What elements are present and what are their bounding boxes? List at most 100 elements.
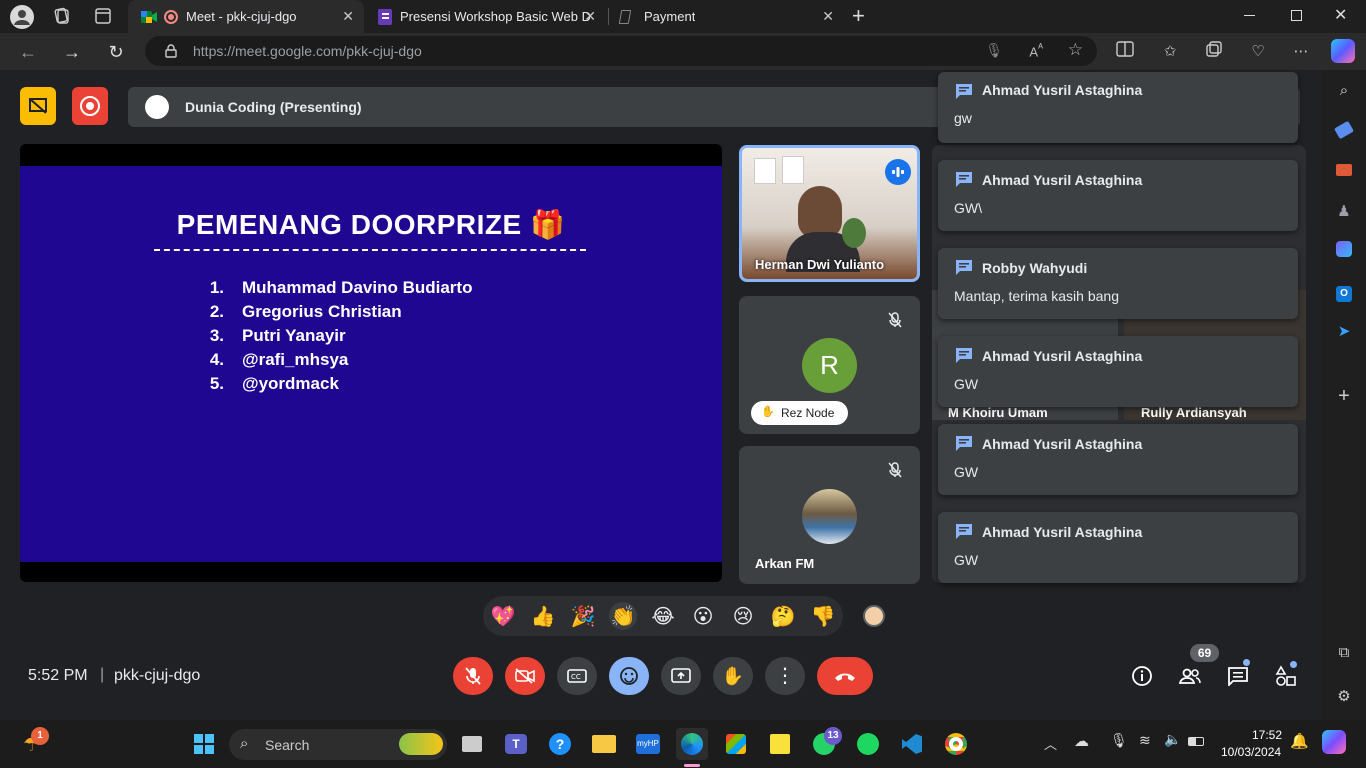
reaction-thumbs-down[interactable]: 👎 bbox=[809, 602, 837, 630]
camera-toggle-button[interactable] bbox=[505, 657, 545, 695]
chat-sender: Ahmad Yusril Astaghina bbox=[982, 348, 1143, 364]
info-icon bbox=[1132, 666, 1152, 686]
outlook-icon[interactable]: O bbox=[1333, 281, 1355, 303]
more-options-button[interactable]: ⋮ bbox=[765, 657, 805, 695]
spotify-icon[interactable] bbox=[852, 728, 884, 760]
people-button[interactable] bbox=[1176, 662, 1204, 690]
close-tab-icon[interactable]: ✕ bbox=[342, 8, 354, 25]
split-screen-icon[interactable] bbox=[1114, 41, 1136, 63]
taskbar-search-box[interactable]: ⌕ Search bbox=[229, 729, 447, 760]
more-menu-icon[interactable]: ⋯ bbox=[1290, 41, 1312, 63]
present-off-icon bbox=[29, 98, 47, 114]
chat-unread-dot bbox=[1243, 659, 1250, 666]
games-icon[interactable]: ♟ bbox=[1333, 201, 1355, 223]
forward-button[interactable]: → bbox=[60, 41, 84, 63]
show-hidden-icons[interactable]: ︿ bbox=[1044, 734, 1057, 753]
microsoft-365-icon[interactable] bbox=[1333, 241, 1355, 263]
drop-icon[interactable]: ➤ bbox=[1333, 321, 1355, 343]
start-button[interactable] bbox=[188, 728, 220, 760]
participant-tile-herman[interactable]: Herman Dwi Yulianto bbox=[739, 145, 920, 282]
chat-message: GW bbox=[954, 464, 979, 480]
vscode-icon[interactable] bbox=[896, 728, 928, 760]
battery-icon[interactable] bbox=[1188, 737, 1204, 746]
help-icon[interactable]: ? bbox=[544, 728, 576, 760]
restore-button[interactable] bbox=[1291, 10, 1302, 21]
copilot-icon[interactable] bbox=[1331, 39, 1355, 63]
reaction-laugh[interactable]: 😂 bbox=[649, 602, 677, 630]
clock-date[interactable]: 10/03/2024 bbox=[1221, 745, 1281, 759]
shopping-tag-icon[interactable] bbox=[1333, 120, 1355, 143]
chat-notification[interactable]: Ahmad Yusril Astaghina GW bbox=[938, 424, 1298, 495]
leave-call-button[interactable] bbox=[817, 657, 873, 695]
collections-icon[interactable] bbox=[1203, 41, 1225, 63]
task-view-icon[interactable] bbox=[456, 728, 488, 760]
chrome-icon[interactable] bbox=[940, 728, 972, 760]
participant-name: Arkan FM bbox=[755, 556, 815, 571]
chat-sender: Ahmad Yusril Astaghina bbox=[982, 524, 1143, 540]
teams-icon[interactable]: T bbox=[500, 728, 532, 760]
address-bar[interactable]: https://meet.google.com/pkk-cjuj-dgo 🎙 A… bbox=[145, 36, 1097, 66]
tools-briefcase-icon[interactable] bbox=[1333, 161, 1355, 183]
chat-notification[interactable]: Robby Wahyudi Mantap, terima kasih bang bbox=[938, 248, 1298, 319]
myhp-icon[interactable]: myHP bbox=[632, 728, 664, 760]
chat-notification[interactable]: Ahmad Yusril Astaghina GW bbox=[938, 336, 1298, 407]
tab-payment[interactable]: Payment ✕ bbox=[608, 0, 844, 33]
reaction-party[interactable]: 🎉 bbox=[569, 602, 597, 630]
stop-presenting-button[interactable] bbox=[20, 87, 56, 125]
skin-tone-picker[interactable] bbox=[863, 605, 885, 627]
reaction-sad[interactable]: 😢 bbox=[729, 602, 757, 630]
reaction-heart[interactable]: 💖 bbox=[489, 602, 517, 630]
present-now-button[interactable] bbox=[661, 657, 701, 695]
chat-notification[interactable]: Ahmad Yusril Astaghina gw bbox=[938, 72, 1298, 143]
back-button[interactable]: ← bbox=[16, 41, 40, 63]
recording-button[interactable] bbox=[72, 87, 108, 125]
captions-button[interactable]: CC bbox=[557, 657, 597, 695]
copilot-taskbar-icon[interactable] bbox=[1322, 730, 1346, 754]
microphone-icon[interactable]: 🎙 bbox=[1110, 732, 1128, 749]
sidebar-settings-icon[interactable]: ⚙ bbox=[1333, 686, 1355, 708]
workspaces-icon[interactable] bbox=[52, 6, 72, 26]
mic-toggle-button[interactable] bbox=[453, 657, 493, 695]
meeting-details-button[interactable] bbox=[1128, 662, 1156, 690]
reaction-thumbs-up[interactable]: 👍 bbox=[529, 602, 557, 630]
favorites-icon[interactable]: ✩ bbox=[1159, 41, 1181, 63]
reaction-thinking[interactable]: 🤔 bbox=[769, 602, 797, 630]
chat-button[interactable] bbox=[1224, 662, 1252, 690]
tab-meet[interactable]: Meet - pkk-cjuj-dgo ✕ bbox=[128, 0, 364, 33]
participant-tile-arkan[interactable]: Arkan FM bbox=[739, 446, 920, 584]
browser-essentials-icon[interactable]: ♡ bbox=[1247, 41, 1269, 63]
reactions-button[interactable] bbox=[609, 657, 649, 695]
close-window-button[interactable]: ✕ bbox=[1334, 5, 1347, 25]
chat-notification[interactable]: Ahmad Yusril Astaghina GW bbox=[938, 512, 1298, 583]
winner-item: 5. @yordmack bbox=[209, 374, 339, 393]
wifi-icon[interactable]: ≋ bbox=[1139, 732, 1151, 749]
close-tab-icon[interactable]: ✕ bbox=[584, 8, 596, 25]
participant-tile-rez[interactable]: R ✋ Rez Node bbox=[739, 296, 920, 434]
file-explorer-icon[interactable] bbox=[588, 728, 620, 760]
onedrive-icon[interactable]: ☁ bbox=[1074, 732, 1089, 750]
reload-button[interactable]: ↻ bbox=[104, 41, 128, 63]
reaction-clap[interactable]: 👏 bbox=[609, 602, 637, 630]
edge-browser-icon[interactable] bbox=[676, 728, 708, 760]
reaction-surprised[interactable]: 😮 bbox=[689, 602, 717, 630]
tab-presensi[interactable]: Presensi Workshop Basic Web De ✕ bbox=[366, 0, 606, 33]
notifications-bell-icon[interactable]: 🔔 bbox=[1290, 732, 1309, 750]
volume-icon[interactable]: 🔈 bbox=[1164, 731, 1181, 748]
sticky-notes-icon[interactable] bbox=[764, 728, 796, 760]
new-tab-button[interactable]: + bbox=[852, 3, 865, 29]
raise-hand-button[interactable]: ✋ bbox=[713, 657, 753, 695]
add-sidebar-app-icon[interactable]: + bbox=[1333, 385, 1355, 407]
clock-time[interactable]: 17:52 bbox=[1252, 728, 1282, 742]
microsoft-store-icon[interactable] bbox=[720, 728, 752, 760]
read-aloud-icon[interactable]: Aᴬ bbox=[1029, 42, 1043, 59]
tab-actions-icon[interactable] bbox=[94, 7, 112, 25]
search-icon[interactable]: ⌕ bbox=[1333, 80, 1355, 102]
chat-notification[interactable]: Ahmad Yusril Astaghina GW\ bbox=[938, 160, 1298, 231]
hide-sidebar-icon[interactable]: ⧉ bbox=[1333, 642, 1355, 664]
favorite-star-icon[interactable]: ☆ bbox=[1068, 40, 1083, 60]
profile-icon[interactable] bbox=[10, 5, 34, 29]
minimize-button[interactable] bbox=[1244, 15, 1255, 16]
winner-item: 1. Muhammad Davino Budiarto bbox=[209, 278, 473, 297]
mic-icon[interactable]: 🎙 bbox=[985, 42, 1003, 59]
close-tab-icon[interactable]: ✕ bbox=[822, 8, 834, 25]
